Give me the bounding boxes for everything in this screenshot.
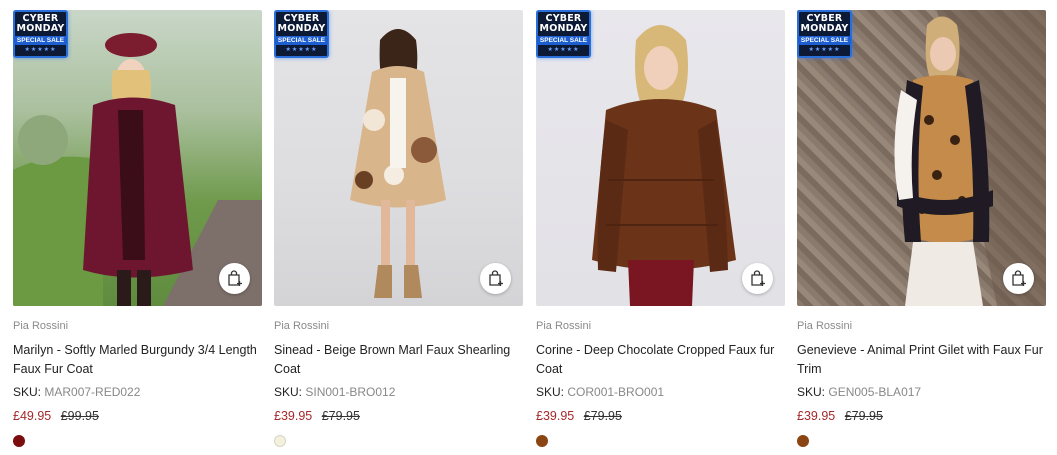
original-price: £79.95 — [321, 409, 360, 423]
add-to-bag-button[interactable] — [1003, 263, 1034, 294]
product-image[interactable]: CYBER MONDAY SPECIAL SALE ★★★★★ — [797, 10, 1046, 306]
badge-stars: ★★★★★ — [547, 47, 580, 53]
product-brand: Pia Rossini — [13, 320, 69, 332]
original-price: £79.95 — [844, 409, 883, 423]
sale-price: £49.95 — [13, 409, 52, 423]
sku-value: SIN001-BRO012 — [305, 385, 396, 399]
product-sku: SKU: GEN005-BLA017 — [797, 383, 1046, 401]
product-prices: £39.95 £79.95 — [797, 407, 1046, 425]
product-title[interactable]: Sinead - Beige Brown Marl Faux Shearling… — [274, 341, 523, 379]
cyber-monday-badge: CYBER MONDAY SPECIAL SALE ★★★★★ — [797, 10, 852, 58]
badge-line-2: MONDAY — [277, 23, 326, 34]
cyber-monday-badge: CYBER MONDAY SPECIAL SALE ★★★★★ — [536, 10, 591, 58]
badge-special-sale: SPECIAL SALE — [274, 36, 329, 45]
badge-line-2: MONDAY — [16, 23, 65, 34]
product-card[interactable]: CYBER MONDAY SPECIAL SALE ★★★★★ Pia Ross… — [536, 10, 785, 447]
product-image[interactable]: CYBER MONDAY SPECIAL SALE ★★★★★ — [536, 10, 785, 306]
product-sku: SKU: MAR007-RED022 — [13, 383, 262, 401]
add-to-bag-button[interactable] — [219, 263, 250, 294]
product-card[interactable]: CYBER MONDAY SPECIAL SALE ★★★★★ Pia Ross… — [13, 10, 262, 447]
badge-special-sale: SPECIAL SALE — [13, 36, 68, 45]
shopping-bag-plus-icon — [488, 270, 503, 286]
badge-stars: ★★★★★ — [24, 47, 57, 53]
cyber-monday-badge: CYBER MONDAY SPECIAL SALE ★★★★★ — [274, 10, 329, 58]
add-to-bag-button[interactable] — [742, 263, 773, 294]
sale-price: £39.95 — [797, 409, 836, 423]
product-card[interactable]: CYBER MONDAY SPECIAL SALE ★★★★★ Pia Ross… — [274, 10, 523, 447]
product-prices: £39.95 £79.95 — [274, 407, 523, 425]
product-grid: CYBER MONDAY SPECIAL SALE ★★★★★ Pia Ross… — [0, 0, 1057, 455]
badge-stars: ★★★★★ — [808, 47, 841, 53]
add-to-bag-button[interactable] — [480, 263, 511, 294]
original-price: £99.95 — [60, 409, 99, 423]
shopping-bag-plus-icon — [1011, 270, 1026, 286]
color-swatch[interactable] — [536, 435, 548, 447]
shopping-bag-plus-icon — [227, 270, 242, 286]
product-sku: SKU: COR001-BRO001 — [536, 383, 785, 401]
product-image[interactable]: CYBER MONDAY SPECIAL SALE ★★★★★ — [13, 10, 262, 306]
product-title[interactable]: Marilyn - Softly Marled Burgundy 3/4 Len… — [13, 341, 262, 379]
sale-price: £39.95 — [536, 409, 575, 423]
sku-label: SKU: — [13, 385, 42, 399]
sku-value: MAR007-RED022 — [44, 385, 141, 399]
product-card[interactable]: CYBER MONDAY SPECIAL SALE ★★★★★ Pia Ross… — [797, 10, 1046, 447]
product-sku: SKU: SIN001-BRO012 — [274, 383, 523, 401]
sku-label: SKU: — [797, 385, 826, 399]
product-prices: £49.95 £99.95 — [13, 407, 262, 425]
sku-value: COR001-BRO001 — [567, 385, 665, 399]
badge-line-2: MONDAY — [539, 23, 588, 34]
color-swatch[interactable] — [797, 435, 809, 447]
badge-special-sale: SPECIAL SALE — [536, 36, 591, 45]
badge-special-sale: SPECIAL SALE — [797, 36, 852, 45]
product-title[interactable]: Corine - Deep Chocolate Cropped Faux fur… — [536, 341, 785, 379]
product-image[interactable]: CYBER MONDAY SPECIAL SALE ★★★★★ — [274, 10, 523, 306]
sale-price: £39.95 — [274, 409, 313, 423]
color-swatch[interactable] — [274, 435, 286, 447]
shopping-bag-plus-icon — [750, 270, 765, 286]
product-brand: Pia Rossini — [797, 320, 853, 332]
cyber-monday-badge: CYBER MONDAY SPECIAL SALE ★★★★★ — [13, 10, 68, 58]
product-title[interactable]: Genevieve - Animal Print Gilet with Faux… — [797, 341, 1046, 379]
badge-stars: ★★★★★ — [285, 47, 318, 53]
product-prices: £39.95 £79.95 — [536, 407, 785, 425]
product-brand: Pia Rossini — [536, 320, 592, 332]
sku-label: SKU: — [274, 385, 303, 399]
sku-label: SKU: — [536, 385, 565, 399]
sku-value: GEN005-BLA017 — [828, 385, 922, 399]
color-swatch[interactable] — [13, 435, 25, 447]
badge-line-2: MONDAY — [800, 23, 849, 34]
product-brand: Pia Rossini — [274, 320, 330, 332]
original-price: £79.95 — [583, 409, 622, 423]
